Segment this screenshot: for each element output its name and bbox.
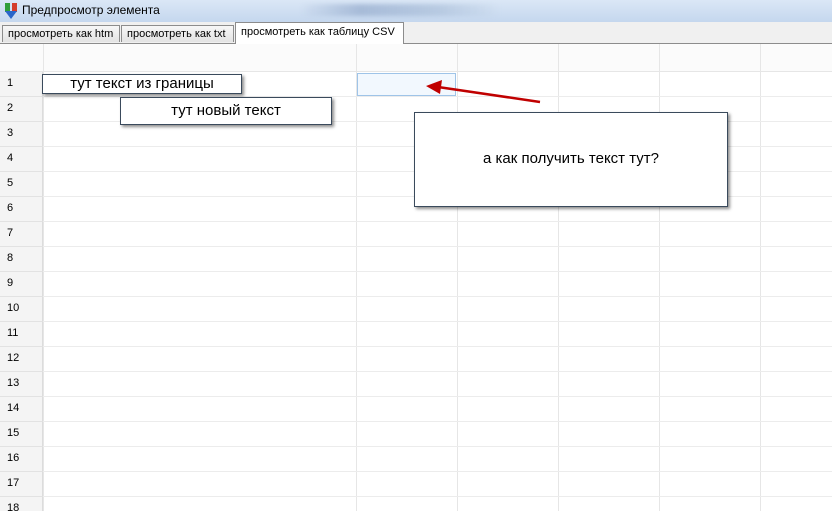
row-divider	[43, 221, 832, 222]
row-number-7[interactable]: 7	[0, 222, 43, 247]
row-number-9[interactable]: 9	[0, 272, 43, 297]
row-number-5[interactable]: 5	[0, 172, 43, 197]
row-number-15[interactable]: 15	[0, 422, 43, 447]
row-divider	[43, 271, 832, 272]
annotation-border-text: тут текст из границы	[42, 74, 242, 94]
row-divider	[43, 371, 832, 372]
row-divider	[43, 471, 832, 472]
row-divider	[43, 496, 832, 497]
app-icon	[5, 3, 17, 19]
row-number-8[interactable]: 8	[0, 247, 43, 272]
row-divider	[43, 346, 832, 347]
row-divider	[43, 396, 832, 397]
row-number-12[interactable]: 12	[0, 347, 43, 372]
column-header-row	[0, 44, 832, 72]
column-divider	[760, 44, 761, 511]
row-number-10[interactable]: 10	[0, 297, 43, 322]
title-bar: Предпросмотр элемента	[0, 0, 832, 23]
blurred-title-region	[300, 4, 500, 16]
row-number-11[interactable]: 11	[0, 322, 43, 347]
column-divider	[356, 44, 357, 511]
tab-view-csv-table[interactable]: просмотреть как таблицу CSV	[235, 22, 404, 44]
window-title: Предпросмотр элемента	[22, 3, 160, 17]
row-number-17[interactable]: 17	[0, 472, 43, 497]
row-number-3[interactable]: 3	[0, 122, 43, 147]
row-number-13[interactable]: 13	[0, 372, 43, 397]
row-divider	[43, 321, 832, 322]
row-number-1[interactable]: 1	[0, 72, 43, 97]
row-number-4[interactable]: 4	[0, 147, 43, 172]
row-number-18[interactable]: 18	[0, 497, 43, 511]
annotation-question: а как получить текст тут?	[414, 112, 728, 207]
row-divider	[43, 421, 832, 422]
row-number-14[interactable]: 14	[0, 397, 43, 422]
tab-strip: просмотреть как htm просмотреть как txt …	[0, 22, 832, 44]
row-number-16[interactable]: 16	[0, 447, 43, 472]
column-divider	[43, 44, 44, 511]
row-divider	[43, 296, 832, 297]
row-number-2[interactable]: 2	[0, 97, 43, 122]
tab-view-htm[interactable]: просмотреть как htm	[2, 25, 120, 42]
row-number-6[interactable]: 6	[0, 197, 43, 222]
row-divider	[43, 446, 832, 447]
tab-view-txt[interactable]: просмотреть как txt	[121, 25, 234, 42]
row-divider	[43, 246, 832, 247]
red-arrow-icon	[426, 80, 541, 104]
annotation-new-text: тут новый текст	[120, 97, 332, 125]
